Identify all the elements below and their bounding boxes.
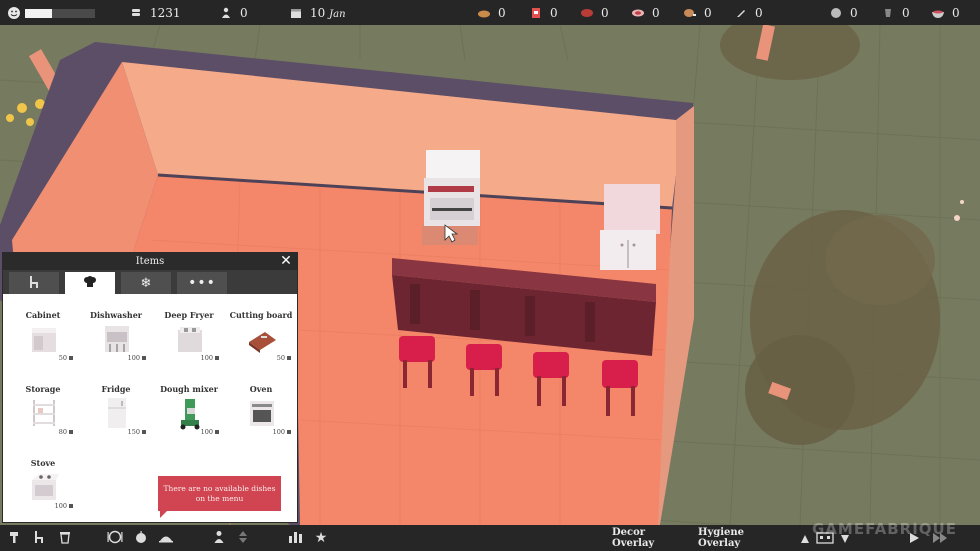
happiness-bar-fill [25,9,52,18]
ingredients-button[interactable] [132,529,150,547]
no-dishes-tooltip: There are no available dishes on the men… [158,476,281,511]
oven-icon [250,401,274,426]
happiness-bar [25,9,95,18]
deep-fryer-icon [178,327,202,352]
snowflake-icon: ❄ [140,275,152,291]
items-panel-header: Items ✕ [3,253,297,270]
resource-counter[interactable]: 0 [930,0,960,25]
ingredient-counter[interactable]: 0 [528,0,558,25]
tab-kitchen[interactable] [65,272,115,294]
bowl-icon [930,5,946,21]
item-stove[interactable]: Stove 100 [7,442,79,514]
chair-icon [32,529,46,548]
coin-stack-icon [128,5,144,21]
star-icon: ★ [314,530,328,546]
triangle-up-icon [800,529,810,548]
cutting-board-icon [249,332,276,353]
hygiene-overlay-button[interactable]: Hygiene Overlay [698,527,778,549]
fish-icon [630,5,646,21]
staff-button[interactable] [210,529,228,547]
person-icon [218,5,234,21]
game-screen: 1231 0 10 Jan 0 0 0 0 0 0 0 0 0 Items ✕ … [0,0,980,551]
decor-overlay-button[interactable]: Decor Overlay [612,527,688,549]
chicken-icon [682,5,698,21]
rating-button[interactable]: ★ [312,529,330,547]
sort-button[interactable] [234,529,252,547]
apple-icon [135,529,147,548]
close-icon[interactable]: ✕ [279,254,293,268]
tooltip-tail [160,510,168,518]
ingredient-counter[interactable]: 0 [733,0,763,25]
dough-mixer-icon [180,399,200,430]
knife-icon [733,5,749,21]
stove-icon [32,474,59,500]
steak-icon [579,5,595,21]
tab-furniture[interactable] [9,272,59,294]
bread-icon [476,5,492,21]
item-storage[interactable]: Storage 80 [7,368,79,440]
trash-icon [59,529,71,548]
ingredient-counter[interactable]: 0 [630,0,660,25]
storage-shelf-icon [33,400,55,426]
chair-icon [28,274,40,293]
sort-arrows-icon [238,529,248,548]
tab-cooling[interactable]: ❄ [121,272,171,294]
placed-stove [600,184,660,270]
chef-hat-icon [83,274,97,293]
plate-cutlery-icon [107,529,123,548]
item-fridge[interactable]: Fridge 150 [80,368,152,440]
ingredient-counter[interactable]: 0 [682,0,712,25]
cabinet-icon [32,328,56,352]
coins-counter[interactable]: 1231 [128,0,181,25]
bar-chart-icon [288,529,304,548]
fridge-icon [108,398,126,428]
item-deep-fryer[interactable]: Deep Fryer 100 [153,294,225,366]
hammer-icon [8,529,22,548]
date-display[interactable]: 10 Jan [288,0,346,25]
coins-value: 1231 [150,5,181,20]
item-cutting-board[interactable]: Cutting board 50 [225,294,297,366]
smiley-icon [6,5,22,21]
stats-button[interactable] [286,529,306,547]
service-button[interactable] [156,529,176,547]
calendar-icon [288,5,304,21]
plate-icon [828,5,844,21]
watermark-text: GAMEFABRIQUE [812,520,957,538]
staff-value: 0 [240,5,248,20]
person-icon [213,529,225,548]
drink-icon [880,5,896,21]
build-button[interactable] [6,529,24,547]
resource-counter[interactable]: 0 [828,0,858,25]
resource-counter[interactable]: 0 [880,0,910,25]
dishwasher-icon [105,326,129,352]
item-cabinet[interactable]: Cabinet 50 [7,294,79,366]
items-category-tabs: ❄ ••• [3,270,297,294]
more-icon: ••• [188,275,216,291]
items-panel-title: Items [135,256,165,267]
item-oven[interactable]: Oven 100 [225,368,297,440]
ingredient-counter[interactable]: 0 [579,0,609,25]
top-resource-bar: 1231 0 10 Jan 0 0 0 0 0 0 0 0 0 [0,0,980,25]
happiness-indicator[interactable] [6,0,22,25]
date-value: 10 Jan [310,5,346,20]
delete-button[interactable] [56,529,74,547]
cloche-icon [158,529,174,548]
menu-button[interactable] [105,529,125,547]
item-dough-mixer[interactable]: Dough mixer 100 [153,368,225,440]
floor-up-button[interactable] [798,529,812,547]
tab-more[interactable]: ••• [177,272,227,294]
ingredient-counter[interactable]: 0 [476,0,506,25]
meat-icon [528,5,544,21]
placed-oven [422,150,480,245]
staff-counter[interactable]: 0 [218,0,248,25]
item-dishwasher[interactable]: Dishwasher 100 [80,294,152,366]
furniture-button[interactable] [30,529,48,547]
